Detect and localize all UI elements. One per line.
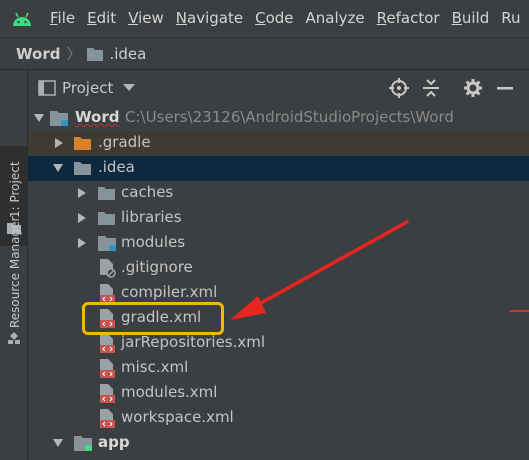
annotation-arrow-shaft [250,220,409,310]
annotation-arrow-overlay [230,220,409,320]
annotation-arrow-head [230,296,266,320]
